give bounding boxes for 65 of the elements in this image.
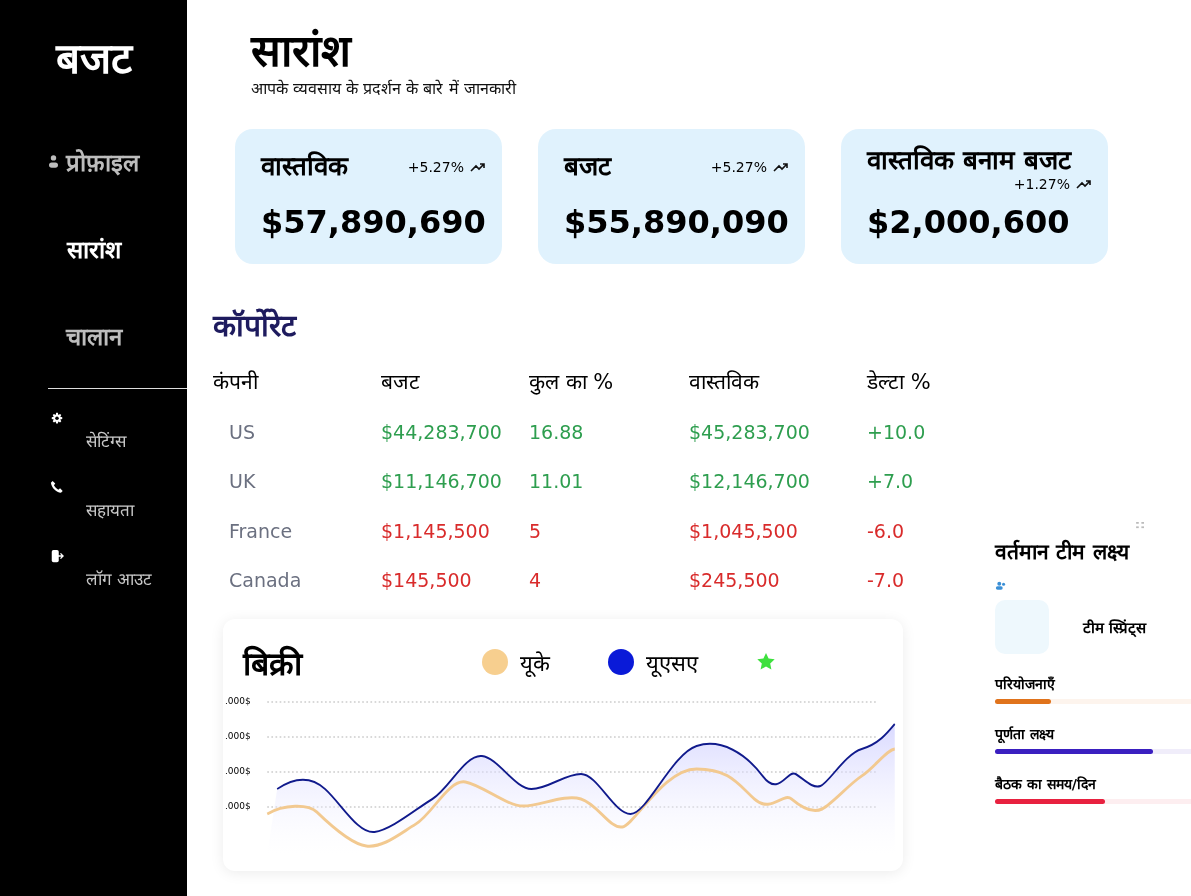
- table-cell-text: +7.0: [867, 469, 915, 495]
- column-header: डेल्टा %: [867, 368, 932, 396]
- card-value: $57,890,690: [261, 202, 486, 241]
- page-title: सारांश: [251, 26, 354, 77]
- axis-label: .000$: [225, 765, 252, 778]
- table-cell-text: $245,500: [689, 568, 781, 594]
- trend-up-icon: [773, 160, 789, 173]
- app-logo-text: बजट: [55, 33, 132, 85]
- card-title: वास्तविक: [261, 151, 348, 183]
- drag-handle-icon[interactable]: [1136, 521, 1145, 529]
- axis-label: .000$: [225, 730, 252, 743]
- sidebar-link[interactable]: सहायता: [50, 480, 187, 521]
- logout-icon: [50, 549, 64, 563]
- table-cell-text: US: [228, 419, 256, 445]
- table-cell-text: $12,146,700: [689, 469, 811, 495]
- table-cell-text: -7.0: [867, 568, 906, 594]
- team-name: टीम स्प्रिंट्स: [1083, 617, 1147, 637]
- card-title: बजट: [564, 151, 611, 183]
- table-cell-text: UK: [228, 469, 257, 495]
- card-value: $2,000,600: [867, 202, 1071, 241]
- goal-label: परियोजनाएँ: [995, 674, 1057, 693]
- legend-label: यूएसए: [646, 650, 698, 678]
- change-percent: +5.27%: [710, 158, 767, 175]
- column-header: कुल का %: [529, 368, 615, 397]
- panel-title: वर्तमान टीम लक्ष्य: [995, 538, 1131, 565]
- table-cell-text: 11.01: [529, 469, 585, 495]
- card-value: $55,890,090: [564, 202, 789, 241]
- nav-item[interactable]: चालान: [65, 319, 122, 352]
- column-header: बजट: [381, 368, 421, 396]
- table-cell-text: $1,145,500: [381, 518, 491, 544]
- table-cell-text: 5: [529, 518, 543, 544]
- table-cell-text: +10.0: [867, 419, 927, 445]
- page-subtitle: आपके व्यवसाय के प्रदर्शन के बारे में जानकारी: [251, 77, 518, 99]
- trend-up-icon: [1076, 177, 1092, 190]
- table-cell-text: 16.88: [529, 419, 585, 445]
- nav-item[interactable]: सारांश: [66, 232, 121, 265]
- settings-icon: [50, 411, 64, 425]
- section-title: कॉर्पोरेट: [213, 306, 298, 345]
- table-cell-text: $145,500: [381, 568, 473, 594]
- card-title: वास्तविक बनाम बजट: [867, 144, 1072, 176]
- legend-label: यूके: [520, 650, 550, 678]
- table-cell-text: $1,045,500: [689, 518, 799, 544]
- axis-label: .000$: [225, 800, 252, 813]
- goal-label: पूर्णता लक्ष्य: [995, 724, 1056, 743]
- sidebar-link[interactable]: लॉग आउट: [50, 549, 187, 590]
- trend-up-icon: [470, 160, 486, 173]
- people-icon: [995, 580, 1007, 590]
- change-percent: +5.27%: [407, 158, 464, 175]
- sidebar-link[interactable]: सेटिंग्स: [50, 411, 187, 452]
- goal-label: बैठक का समय/दिन: [995, 774, 1098, 793]
- table-cell-text: Canada: [228, 568, 303, 594]
- table-cell-text: $11,146,700: [381, 469, 503, 495]
- table-cell-text: $45,283,700: [689, 419, 811, 445]
- nav-item[interactable]: प्रोफ़ाइल: [48, 145, 139, 178]
- table-cell-text: 4: [529, 568, 543, 594]
- phone-icon: [50, 480, 64, 494]
- table-cell-text: $44,283,700: [381, 419, 503, 445]
- chart-title: बिक्री: [243, 643, 302, 684]
- table-cell-text: France: [228, 518, 294, 544]
- person-icon: [48, 154, 58, 169]
- axis-label: .000$: [225, 695, 252, 708]
- column-header: वास्तविक: [689, 368, 761, 396]
- table-cell-text: -6.0: [867, 518, 906, 544]
- change-percent: +1.27%: [1013, 175, 1070, 192]
- column-header: कंपनी: [213, 368, 260, 396]
